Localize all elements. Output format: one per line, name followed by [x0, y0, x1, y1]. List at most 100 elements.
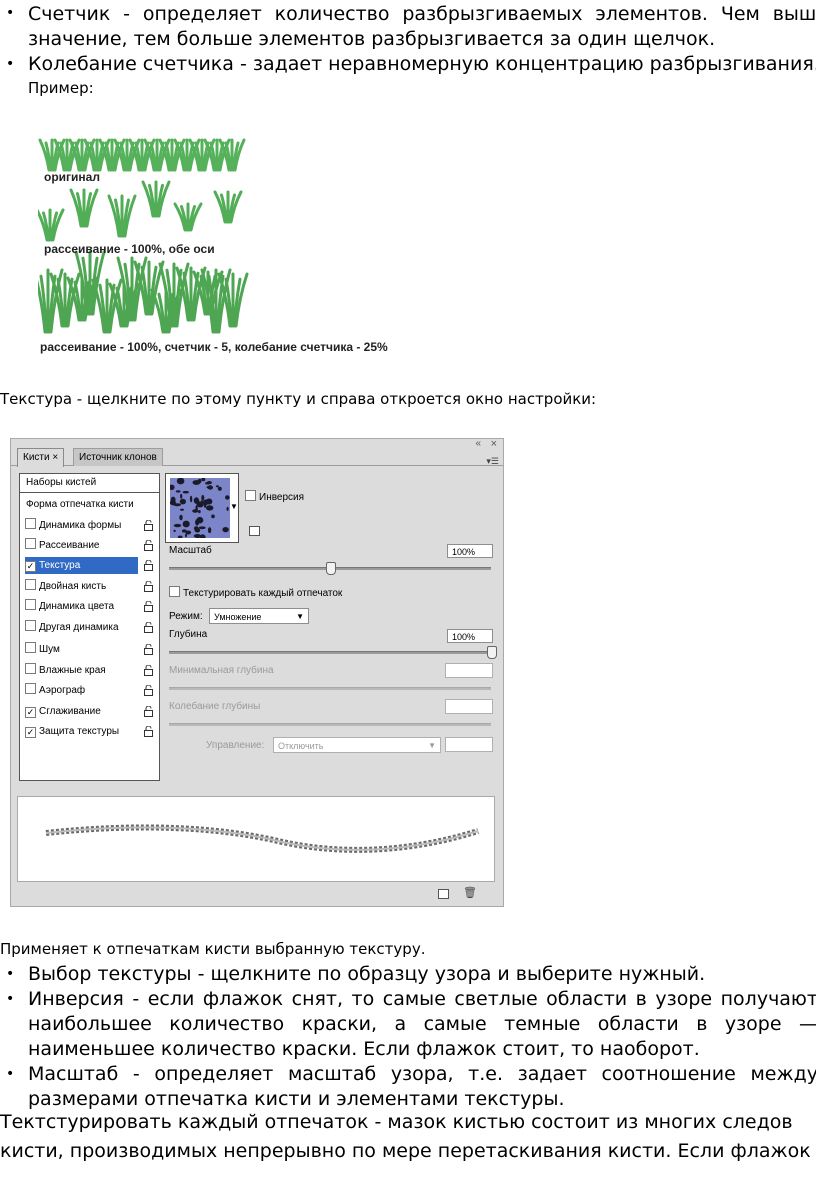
brush-option-checkbox[interactable] — [25, 642, 36, 653]
brush-option-checkbox[interactable]: ✓ — [25, 561, 36, 572]
brush-option-label: Защита текстуры — [39, 726, 120, 737]
lock-icon[interactable] — [144, 519, 153, 531]
lock-icon[interactable] — [144, 684, 153, 696]
brush-option-item[interactable]: Другая динамика — [25, 619, 119, 636]
lock-icon[interactable] — [144, 621, 153, 633]
bullet-dot: • — [6, 991, 15, 1007]
bullet-dot: • — [6, 1066, 15, 1082]
depth-slider-thumb[interactable] — [487, 646, 497, 659]
brush-option-label: Сглаживание — [39, 706, 101, 717]
lock-icon[interactable] — [144, 600, 153, 612]
brush-tip-shape-item[interactable]: Форма отпечатка кисти — [26, 496, 134, 513]
lock-icon[interactable] — [144, 580, 153, 592]
min-depth-label: Минимальная глубина — [169, 665, 274, 676]
brush-option-label: Шум — [39, 644, 60, 655]
grass-example-figure: оригинал рассеивание - 100%, обе оси рас… — [32, 118, 398, 358]
control-label: Управление: — [206, 740, 265, 751]
invert-checkbox[interactable]: Инверсия — [245, 490, 304, 504]
mode-select[interactable]: Умножение ▼ — [209, 608, 309, 624]
brush-option-checkbox[interactable] — [25, 579, 36, 590]
tab-brushes[interactable]: Кисти × — [17, 448, 65, 467]
control-select[interactable]: Отключить ▼ — [273, 737, 441, 753]
close-button[interactable]: × — [491, 438, 497, 450]
final-paragraph-line1: Тектстурировать каждый отпечаток - мазок… — [0, 1111, 793, 1133]
texture-picker[interactable]: ▼ — [165, 473, 239, 543]
brush-option-item[interactable]: Аэрограф — [25, 682, 85, 699]
lock-icon[interactable] — [144, 705, 153, 717]
brush-option-item[interactable]: ✓ Текстура — [25, 557, 138, 574]
depth-jitter-input[interactable] — [445, 699, 493, 714]
min-depth-input[interactable] — [445, 663, 493, 678]
bullet-scale: Масштаб - определяет масштаб узора, т.е.… — [28, 1063, 816, 1110]
depth-jitter-slider[interactable] — [169, 723, 491, 726]
brush-option-item[interactable]: Влажные края — [25, 662, 106, 679]
lock-icon[interactable] — [144, 539, 153, 551]
stroke-preview — [17, 796, 495, 882]
invert-checkbox-box[interactable] — [245, 490, 256, 501]
brush-option-label: Влажные края — [39, 665, 106, 676]
control-input[interactable] — [445, 737, 493, 752]
texture-intro: Текстура - щелкните по этому пункту и сп… — [0, 390, 597, 408]
bullet-texture-choice: Выбор текстуры - щелкните по образцу узо… — [28, 963, 706, 985]
lock-icon[interactable] — [144, 559, 153, 571]
bullet-dot: • — [6, 966, 15, 982]
lock-icon[interactable] — [144, 643, 153, 655]
brush-option-item[interactable]: Шум — [25, 641, 60, 658]
texture-each-tip-checkbox[interactable]: Текстурировать каждый отпечаток — [169, 586, 342, 600]
control-dropdown-icon[interactable]: ▼ — [428, 738, 436, 754]
trash-icon[interactable]: 🗑 — [463, 886, 477, 899]
scale-label: Масштаб — [169, 545, 212, 556]
brush-option-label: Текстура — [39, 560, 81, 571]
brush-option-checkbox[interactable] — [25, 599, 36, 610]
bullet-text-count-jitter: Колебание счетчика - задает неравномерну… — [28, 53, 816, 75]
brush-option-checkbox[interactable] — [25, 518, 36, 529]
mode-value: Умножение — [214, 612, 262, 622]
depth-input[interactable]: 100% — [447, 629, 493, 643]
brush-option-item[interactable]: Двойная кисть — [25, 578, 106, 595]
new-preset-icon[interactable] — [249, 526, 260, 536]
pattern-dropdown-icon[interactable]: ▼ — [230, 502, 238, 511]
pattern-swatch[interactable] — [170, 478, 230, 538]
brush-options-list: Наборы кистей Форма отпечатка кисти Дина… — [19, 473, 160, 781]
brush-option-label: Другая динамика — [39, 622, 119, 633]
brush-option-checkbox[interactable] — [25, 538, 36, 549]
scale-input[interactable]: 100% — [447, 544, 493, 558]
brush-presets-item[interactable]: Наборы кистей — [20, 477, 96, 488]
depth-slider[interactable] — [169, 651, 491, 654]
lock-icon[interactable] — [144, 664, 153, 676]
grass-illustration — [32, 138, 249, 334]
stroke-preview-graphic — [45, 824, 479, 853]
brush-option-label: Рассеивание — [39, 540, 100, 551]
bullet-invert: Инверсия - если флажок снят, то самые св… — [28, 988, 816, 1060]
example-label: Пример: — [28, 79, 94, 97]
brush-option-item[interactable]: ✓ Сглаживание — [25, 703, 101, 720]
brushes-panel: « × Кисти × Источник клонов ▾☰ Наборы ки… — [10, 438, 504, 907]
depth-jitter-label: Колебание глубины — [169, 701, 261, 712]
new-brush-icon[interactable] — [438, 889, 449, 899]
brush-option-checkbox[interactable]: ✓ — [25, 707, 36, 718]
mode-dropdown-icon[interactable]: ▼ — [296, 609, 304, 625]
label-scatter-count: рассеивание - 100%, счетчик - 5, колебан… — [40, 340, 388, 354]
brush-option-item[interactable]: Рассеивание — [25, 537, 99, 554]
brush-option-item[interactable]: Динамика цвета — [25, 598, 114, 615]
brush-option-checkbox[interactable] — [25, 620, 36, 631]
panel-menu-icon[interactable]: ▾☰ — [486, 456, 499, 467]
brush-option-checkbox[interactable]: ✓ — [25, 727, 36, 738]
brush-option-label: Двойная кисть — [39, 581, 107, 592]
brush-option-item[interactable]: ✓ Защита текстуры — [25, 723, 119, 740]
texture-each-tip-label: Текстурировать каждый отпечаток — [183, 588, 343, 599]
texture-each-tip-box[interactable] — [169, 586, 180, 597]
label-original: оригинал — [44, 170, 100, 184]
depth-label: Глубина — [169, 629, 208, 640]
bullet-dot: • — [6, 5, 15, 21]
label-scatter: рассеивание - 100%, обе оси — [44, 242, 215, 256]
brush-option-item[interactable]: Динамика формы — [25, 517, 121, 534]
scale-slider-thumb[interactable] — [326, 562, 336, 575]
brush-option-checkbox[interactable] — [25, 663, 36, 674]
collapse-button[interactable]: « — [475, 438, 481, 449]
tab-clone-source[interactable]: Источник клонов — [73, 448, 163, 466]
mode-label: Режим: — [169, 611, 203, 622]
lock-icon[interactable] — [144, 725, 153, 737]
brush-option-checkbox[interactable] — [25, 683, 36, 694]
min-depth-slider[interactable] — [169, 687, 491, 690]
